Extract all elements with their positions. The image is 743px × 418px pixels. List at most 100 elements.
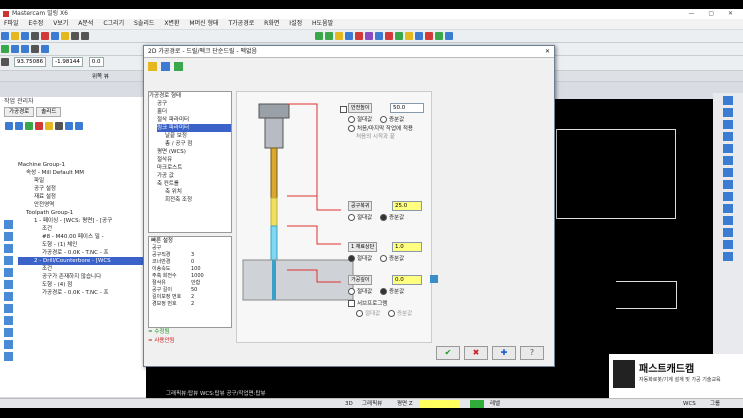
tree-item[interactable]: 공구 설정 [18,185,146,193]
tool-icon[interactable] [723,240,733,249]
delete-icon[interactable] [55,122,63,130]
contour-icon[interactable] [434,32,443,40]
tab-toolpaths[interactable]: 가공경로 [4,107,35,117]
depth-input[interactable]: 0.0 [392,275,422,285]
help-button[interactable]: ? [520,346,544,360]
param-tree-item[interactable]: 가공경로 형태 [149,92,231,100]
z-value-field[interactable] [420,400,460,408]
arc-icon[interactable] [21,45,29,53]
param-tree-item[interactable]: 가공 값 [149,172,231,180]
tool-icon[interactable] [723,108,733,117]
status-group[interactable]: 그룹 [710,399,720,408]
pocket-icon[interactable] [444,32,453,40]
backplot-icon[interactable] [374,32,383,40]
fillet-icon[interactable] [31,45,39,53]
tree-item[interactable]: 재료 설정 [18,193,146,201]
tree-item[interactable]: 도형 - (4) 점 [18,281,146,289]
menu-toolpaths[interactable]: T가공경로 [228,20,254,27]
toggle-display-icon[interactable] [75,122,83,130]
save-icon[interactable] [21,32,29,40]
tool-icon[interactable] [4,340,13,349]
tree-item[interactable]: 속성 - Mill Default MM [18,169,146,177]
tool-icon[interactable] [4,268,13,277]
param-tree-item[interactable]: 마크로스트 [149,164,231,172]
tree-item[interactable]: 도형 - (1) 체인 [18,241,146,249]
depth-button[interactable]: 가공깊이 [348,275,373,285]
status-wcs[interactable]: WCS [683,399,696,408]
tree-item[interactable]: 파일 [18,177,146,185]
tool-icon[interactable] [723,168,733,177]
tool-icon[interactable] [4,232,13,241]
tool-icon[interactable] [723,216,733,225]
cancel-button[interactable]: ✖ [464,346,488,360]
param-tree-item[interactable]: 날끝 보정 [149,132,231,140]
param-tree-item[interactable]: 절삭유 [149,156,231,164]
top-inc-radio[interactable]: 증분값 [380,254,404,262]
tool-icon[interactable] [4,328,13,337]
point-icon[interactable] [1,45,9,53]
tool-icon[interactable] [4,280,13,289]
param-tree-item[interactable]: 회전축 조정 [149,196,231,204]
zoom-icon[interactable] [344,32,353,40]
retract-abs-radio[interactable]: 절대값 [348,213,372,221]
menu-view[interactable]: V보기 [53,20,68,27]
menu-screen[interactable]: R화면 [264,20,279,27]
apply-button[interactable]: ✚ [492,346,516,360]
verify-icon[interactable] [364,32,373,40]
tool-icon[interactable] [723,96,733,105]
print-icon[interactable] [31,32,39,40]
solid-icon[interactable] [314,32,323,40]
menu-edit[interactable]: E수정 [28,20,43,27]
param-tree-item[interactable]: 축 위치 [149,188,231,196]
radio-icon[interactable] [348,125,355,132]
tree-item[interactable]: 조건 [18,265,146,273]
status-plane[interactable]: 평면 Z [397,399,413,408]
menu-settings[interactable]: I설정 [289,20,302,27]
param-tree-item[interactable]: 총 / 공구 점 [149,140,231,148]
clearance-checkbox[interactable] [340,106,347,113]
autocursor-icon[interactable] [1,58,9,66]
menu-solids[interactable]: S솔리드 [134,20,154,27]
tool-icon[interactable] [723,144,733,153]
menu-create[interactable]: C그리기 [103,20,124,27]
copy-icon[interactable] [51,32,59,40]
menu-help[interactable]: H도움말 [312,20,333,27]
tool-icon[interactable] [723,228,733,237]
clearance-input[interactable]: 50.0 [390,103,424,113]
tree-item[interactable]: #8 - M40.00 페이스 밀 - [18,233,146,241]
undo-icon[interactable] [71,32,79,40]
tool-icon[interactable] [723,192,733,201]
tool-icon[interactable] [723,156,733,165]
status-graphic[interactable]: 그래픽뷰 [362,399,382,408]
tree-item[interactable]: 가공경로 - 0.0K - T.NC - 프 [18,289,146,297]
window-controls[interactable]: — ▢ ✕ [688,9,739,19]
depth-inc-radio[interactable]: 증분값 [380,287,404,295]
save-defaults-icon[interactable] [161,62,170,71]
menu-xform[interactable]: X변환 [164,20,179,27]
tree-item[interactable]: Toolpath Group-1 [18,209,146,217]
new-icon[interactable] [1,32,9,40]
line-icon[interactable] [11,45,19,53]
select-all-icon[interactable] [5,122,13,130]
pin-icon[interactable] [148,62,157,71]
subprogram-checkbox[interactable]: 서브프로그램 [348,299,387,307]
depth-calculator-icon[interactable] [430,275,438,283]
retract-button[interactable]: 공구복귀 [348,201,373,211]
tool-icon[interactable] [4,352,13,361]
param-tree-item[interactable]: 공구 [149,100,231,108]
drill-icon[interactable] [424,32,433,40]
menu-machine[interactable]: M머신 형태 [189,20,218,27]
top-of-stock-input[interactable]: 1.0 [392,242,422,252]
surface-icon[interactable] [334,32,343,40]
coord-y-field[interactable]: -1.98144 [52,57,83,67]
color-swatch[interactable] [470,400,484,408]
measure-icon[interactable] [354,32,363,40]
tree-item[interactable]: 가공경로 - 0.0K - T.NC - 프 [18,249,146,257]
retract-input[interactable]: 25.0 [392,201,422,211]
tree-item[interactable]: 안전영역 [18,201,146,209]
paste-icon[interactable] [61,32,69,40]
clearance-inc-radio[interactable]: 증분값 [380,115,404,123]
open-icon[interactable] [11,32,19,40]
post-selected-icon[interactable] [35,122,43,130]
lock-icon[interactable] [65,122,73,130]
